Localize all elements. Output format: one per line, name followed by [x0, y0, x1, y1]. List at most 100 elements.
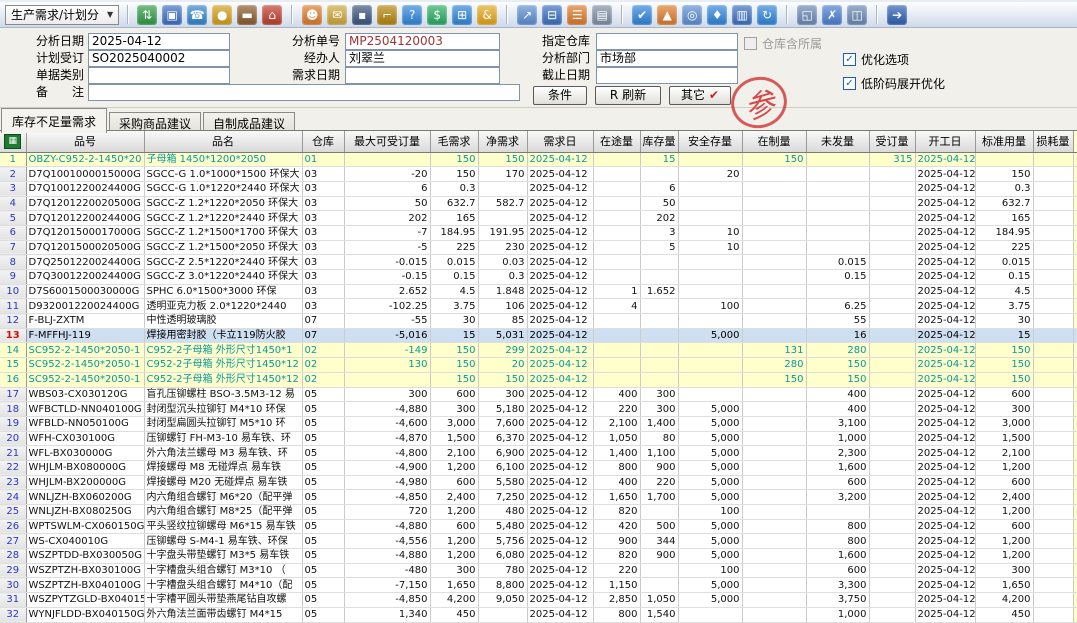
window-close-icon[interactable]: ✗	[822, 5, 842, 25]
users-icon[interactable]: ☻	[302, 5, 322, 25]
table-row[interactable]: 17WBS03-CX030120G盲孔压铆螺柱 BSO-3.5M3-12 易05…	[0, 387, 1077, 402]
row-number[interactable]: 27	[0, 534, 26, 549]
table-row[interactable]: 18WFBCTLD-NN040100G封闭型沉头拉铆钉 M4*10 环保05-4…	[0, 402, 1077, 417]
row-number[interactable]: 11	[0, 299, 26, 314]
table-row[interactable]: 29WSZPTZH-BX030100G十字槽盘头组合螺钉 M3*10 （05-4…	[0, 563, 1077, 578]
column-header[interactable]: 开工日	[915, 131, 975, 152]
row-number[interactable]: 13	[0, 328, 26, 343]
table-row[interactable]: 16SC952-2-1450*2050-1C952-2子母箱 外形尺寸1450*…	[0, 372, 1077, 387]
mail-icon[interactable]: ✉	[327, 5, 347, 25]
row-number[interactable]: 6	[0, 225, 26, 240]
check-circle-icon[interactable]: ✔	[632, 5, 652, 25]
bell-icon[interactable]: ▲	[657, 5, 677, 25]
table-row[interactable]: 31WSZPYTZGLD-BX040150十字槽平圆头带垫燕尾钻自攻螺05-4,…	[0, 593, 1077, 608]
column-header[interactable]: 最大可受订量	[344, 131, 430, 152]
table-row[interactable]: 19WFBLD-NN050100G封闭型扁圆头拉铆钉 M5*10 环05-4,6…	[0, 416, 1077, 431]
table-row[interactable]: 13F-MFFHJ-119焊接用密封胶（卡立119防火胶07-5,016155,…	[0, 328, 1077, 343]
column-header[interactable]: 仓库	[302, 131, 344, 152]
table-row[interactable]: 1OBZY-C952-2-1450*20子母箱 1450*1200*205001…	[0, 152, 1077, 167]
column-header[interactable]: 需求日	[527, 131, 593, 152]
row-number[interactable]: 17	[0, 387, 26, 402]
table-row[interactable]: 25WNLJZH-BX080250G内六角组合螺钉 M8*25（配平弹05720…	[0, 505, 1077, 520]
column-header[interactable]: 在制量	[742, 131, 806, 152]
optimize-option-checkbox[interactable]: ✓ 优化选项	[843, 51, 909, 68]
table-row[interactable]: 27WS-CX040010G压铆螺母 S-M4-1 易车铁、环保05-4,556…	[0, 534, 1077, 549]
chart-icon[interactable]: ↗	[517, 5, 537, 25]
table-row[interactable]: 21WFL-BX030000G外六角法兰螺母 M3 易车铁、环05-4,8002…	[0, 446, 1077, 461]
table-row[interactable]: 22WHJLM-BX080000G焊接螺母 M8 无碰焊点 易车铁05-4,90…	[0, 460, 1077, 475]
row-number[interactable]: 9	[0, 270, 26, 285]
monitor-arrow-icon[interactable]: ▥	[732, 5, 752, 25]
copy-icon[interactable]: ▤	[592, 5, 612, 25]
row-number[interactable]: 1	[0, 152, 26, 167]
column-header[interactable]: 安全存量	[678, 131, 742, 152]
help-icon[interactable]: ?	[402, 5, 422, 25]
warehouse-input[interactable]	[596, 33, 738, 50]
table-row[interactable]: 11D932001220024400G透明亚克力板 2.0*1220*24400…	[0, 299, 1077, 314]
column-header[interactable]: 在途量	[593, 131, 640, 152]
table-row[interactable]: 6D7Q1201500017000GSGCC-Z 1.2*1500*1700 环…	[0, 225, 1077, 240]
exit-icon[interactable]: ➔	[887, 5, 907, 25]
row-number[interactable]: 18	[0, 402, 26, 417]
phone-icon[interactable]: ☎	[187, 5, 207, 25]
analysis-no-input[interactable]: MP2504120003	[345, 33, 500, 50]
row-number[interactable]: 32	[0, 607, 26, 622]
network-icon[interactable]: ♦	[707, 5, 727, 25]
condition-button[interactable]: 条件	[533, 86, 587, 105]
window-cascade-icon[interactable]: ◫	[847, 5, 867, 25]
row-number[interactable]: 3	[0, 181, 26, 196]
column-header[interactable]: 毛需求	[430, 131, 478, 152]
table-row[interactable]: 24WNLJZH-BX060200G内六角组合螺钉 M6*20（配平弹05-4,…	[0, 490, 1077, 505]
remark-input[interactable]	[88, 84, 520, 101]
refresh-icon[interactable]: ↻	[757, 5, 777, 25]
handler-input[interactable]: 刘翠兰	[345, 50, 500, 67]
table-row[interactable]: 2D7Q1001000015000GSGCC-G 1.0*1000*1500 环…	[0, 167, 1077, 182]
row-number[interactable]: 24	[0, 490, 26, 505]
row-number[interactable]: 21	[0, 446, 26, 461]
excel-export-icon[interactable]: ▦	[4, 134, 21, 149]
row-number[interactable]: 20	[0, 431, 26, 446]
table-row[interactable]: 32WYNJFLDD-BX040150G外六角法兰面带齿螺钉 M4*15051,…	[0, 607, 1077, 622]
card-icon[interactable]: ▪	[352, 5, 372, 25]
table-row[interactable]: 9D7Q3001220024400GSGCC-Z 3.0*1220*2440 环…	[0, 270, 1077, 285]
table-row[interactable]: 7D7Q1201500020500GSGCC-Z 1.2*1500*2050 环…	[0, 240, 1077, 255]
table-row[interactable]: 26WPTSWLM-CX060150G平头竖纹拉铆螺母 M6*15 易车铁05-…	[0, 519, 1077, 534]
deadline-input[interactable]	[596, 67, 738, 84]
other-button[interactable]: 其它 ✔	[669, 86, 731, 105]
analysis-date-input[interactable]: 2025-04-12	[88, 33, 230, 50]
table-row[interactable]: 28WSZPTDD-BX030050G十字盘头带垫螺钉 M3*5 易车铁05-4…	[0, 549, 1077, 564]
row-number[interactable]: 19	[0, 416, 26, 431]
row-number[interactable]: 25	[0, 505, 26, 520]
org-tree-icon[interactable]: ⇅	[137, 5, 157, 25]
row-number[interactable]: 22	[0, 460, 26, 475]
column-header[interactable]: 标准用量	[975, 131, 1033, 152]
demand-date-input[interactable]	[345, 67, 500, 84]
warehouse-include-checkbox[interactable]: 仓库含所属	[744, 35, 822, 52]
row-number[interactable]: 16	[0, 372, 26, 387]
table-row[interactable]: 20WFH-CX030100G压铆螺钉 FH-M3-10 易车铁、环05-4,8…	[0, 431, 1077, 446]
drawer-icon[interactable]: ☰	[567, 5, 587, 25]
lock-icon[interactable]: ●	[212, 5, 232, 25]
column-header[interactable]: 损耗量	[1033, 131, 1073, 152]
row-number[interactable]: 23	[0, 475, 26, 490]
table-row[interactable]: 5D7Q1201220024400GSGCC-Z 1.2*1220*2440 环…	[0, 211, 1077, 226]
table-row[interactable]: 14SC952-2-1450*2050-1C952-2子母箱 外形尺寸1450*…	[0, 343, 1077, 358]
briefcase-icon[interactable]: ▬	[237, 5, 257, 25]
column-header[interactable]: 受订量	[869, 131, 915, 152]
row-number[interactable]: 15	[0, 358, 26, 373]
column-header[interactable]: 未发量	[806, 131, 869, 152]
row-number[interactable]: 10	[0, 284, 26, 299]
row-number[interactable]: 30	[0, 578, 26, 593]
column-header[interactable]: 净需求	[478, 131, 527, 152]
column-header[interactable]: 品名	[144, 131, 302, 152]
home-icon[interactable]: ⌂	[262, 5, 282, 25]
row-number[interactable]: 31	[0, 593, 26, 608]
money-icon[interactable]: $	[427, 5, 447, 25]
row-number[interactable]: 4	[0, 196, 26, 211]
row-number[interactable]: 28	[0, 549, 26, 564]
row-number[interactable]: 29	[0, 563, 26, 578]
table-row[interactable]: 3D7Q1001220024400GSGCC-G 1.0*1220*2440 环…	[0, 181, 1077, 196]
doc-search-icon[interactable]: ◎	[682, 5, 702, 25]
table-row[interactable]: 30WSZPTZH-BX040100G十字槽盘头组合螺钉 M4*10（配05-7…	[0, 578, 1077, 593]
row-number[interactable]: 5	[0, 211, 26, 226]
